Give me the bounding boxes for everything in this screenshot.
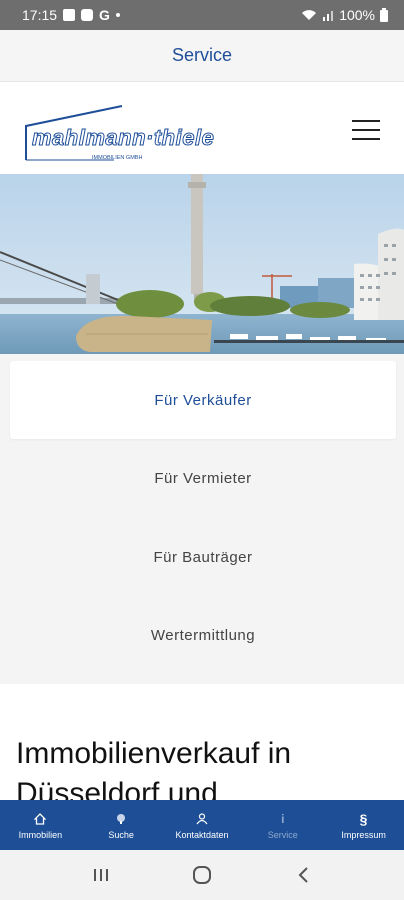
home-circle-icon [192, 866, 211, 884]
recent-apps-button[interactable] [81, 860, 121, 890]
contact-icon [194, 811, 210, 827]
menu-item-fuer-bautraeger[interactable]: Für Bauträger [10, 518, 396, 596]
google-notification-icon: G [99, 7, 110, 23]
battery-icon [380, 8, 388, 22]
tab-service-label: Service [267, 829, 298, 840]
more-notifications-icon [115, 13, 120, 17]
search-icon [113, 811, 129, 827]
tab-impressum-label: Impressum [341, 829, 386, 840]
recents-icon [93, 869, 108, 881]
tab-kontaktdaten[interactable]: Kontaktdaten [162, 800, 243, 850]
status-bar: 17:15 G 100% [0, 0, 404, 30]
back-chevron-icon [298, 867, 309, 883]
svg-text:mahlmann·thiele: mahlmann·thiele [32, 125, 214, 150]
tab-suche-label: Suche [108, 829, 134, 840]
tab-suche[interactable]: Suche [81, 800, 162, 850]
tab-immobilien-label: Immobilien [18, 829, 63, 840]
menu-item-wertermittlung[interactable]: Wertermittlung [10, 596, 396, 674]
home-icon [32, 811, 48, 827]
wifi-icon [302, 10, 317, 20]
gallery-notification-icon [63, 9, 76, 21]
svg-text:IMMOBILIEN GMBH: IMMOBILIEN GMBH [92, 155, 142, 161]
app-bar: Service [0, 30, 404, 82]
tab-immobilien[interactable]: Immobilien [0, 800, 81, 850]
logo-graphic: mahlmann·thiele IMMOBILIEN GMBH [25, 105, 214, 161]
site-header: mahlmann·thiele IMMOBILIEN GMBH [0, 88, 404, 174]
clock: 17:15 [22, 7, 58, 23]
menu-hamburger-button[interactable] [352, 118, 382, 142]
service-menu: Für Verkäufer Für Vermieter Für Bauträge… [0, 354, 404, 684]
signal-icon [323, 11, 334, 21]
hero-image [0, 174, 404, 354]
content-section: Immobilienverkauf in Düsseldorf und [0, 684, 404, 800]
paragraph-icon: § [359, 810, 368, 827]
back-button[interactable] [283, 860, 323, 890]
menu-item-fuer-verkaeufer[interactable]: Für Verkäufer [10, 361, 396, 439]
system-navigation-bar [0, 850, 404, 900]
tab-service[interactable]: i Service [242, 800, 323, 850]
info-icon: i [281, 811, 285, 826]
menu-item-fuer-vermieter[interactable]: Für Vermieter [10, 439, 396, 517]
youtube-notification-icon [81, 9, 94, 21]
bottom-tab-bar: Immobilien Suche Kontaktdaten i Service … [0, 800, 404, 850]
section-heading: Immobilienverkauf in Düsseldorf und [16, 737, 292, 800]
tab-kontaktdaten-label: Kontaktdaten [175, 829, 229, 840]
company-logo[interactable]: mahlmann·thiele IMMOBILIEN GMBH [24, 102, 226, 162]
tab-impressum[interactable]: § Impressum [323, 800, 404, 850]
page-title: Service [171, 45, 233, 65]
battery-level: 100% [339, 7, 375, 23]
home-button[interactable] [182, 860, 222, 890]
